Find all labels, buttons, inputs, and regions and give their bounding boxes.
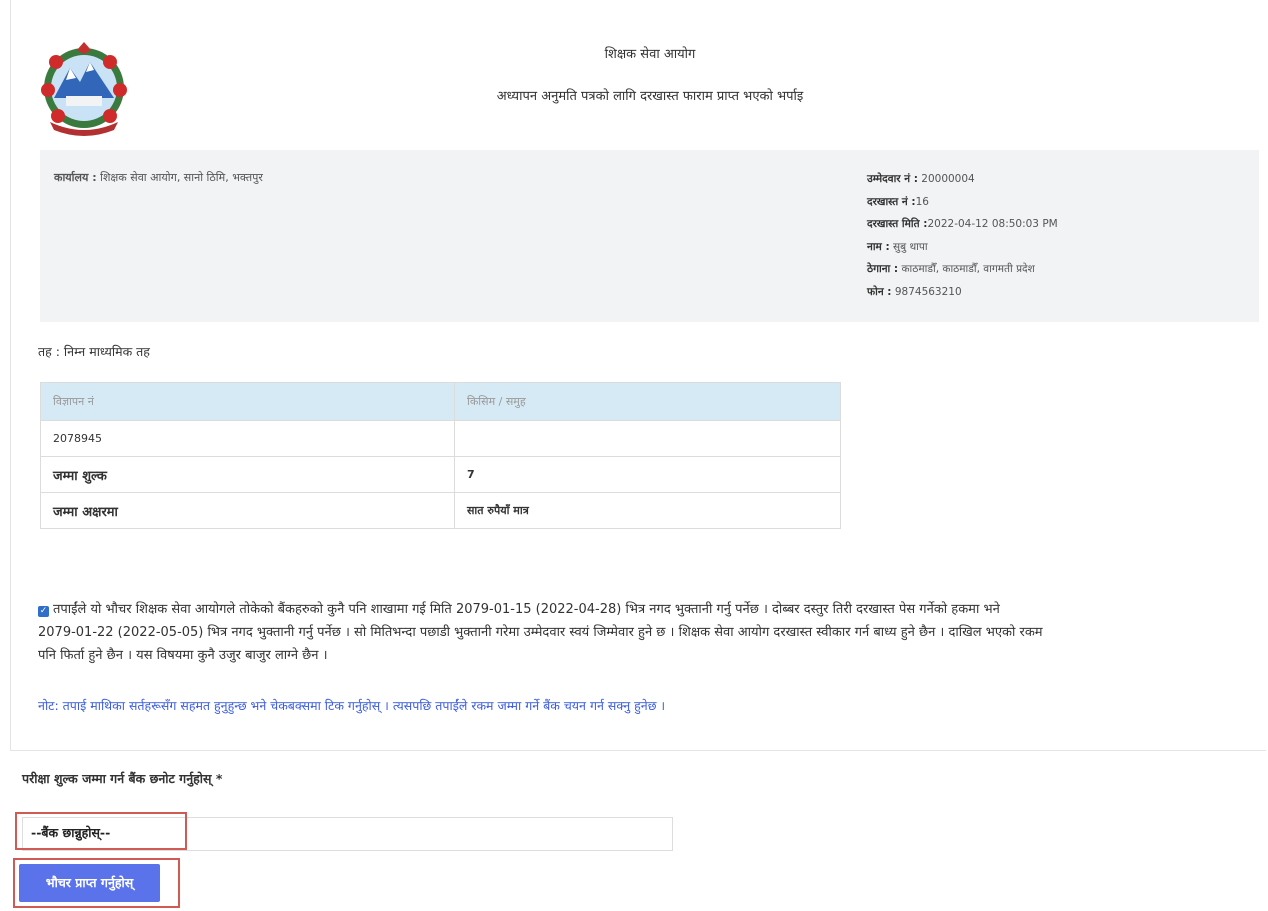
candidate-phone-row: फोन : 9874563210 [867,281,1058,304]
page-left-border [10,0,11,750]
declaration-line-1: तपाईंले यो भौचर शिक्षक सेवा आयोगले तोकेक… [53,602,1000,617]
declaration-line-3: पनि फिर्ता हुने छैन । यस विषयमा कुनै उजु… [38,648,328,663]
application-number-value: 16 [915,195,929,208]
candidate-name-label: नाम : [867,240,890,253]
col-header-type-group: किसिम / समुह [454,382,841,421]
table-row: जम्मा अक्षरमा सात रुपैयाँ मात्र [40,492,841,529]
candidate-name-row: नाम : सुबु थापा [867,236,1058,259]
total-in-words-value: सात रुपैयाँ मात्र [454,492,841,529]
section-divider [10,750,1266,751]
declaration-line-2: 2079-01-22 (2022-05-05) भित्र नगद भुक्ता… [38,625,1043,640]
office-info: कार्यालय : शिक्षक सेवा आयोग, सानो ठिमि, … [54,170,263,185]
total-fee-value: 7 [454,456,841,493]
candidate-address-value: काठमाडौँ, काठमाडौँ, वागमती प्रदेश [901,263,1035,275]
applicant-info-panel: कार्यालय : शिक्षक सेवा आयोग, सानो ठिमि, … [40,150,1259,322]
table-header-row: विज्ञापन नं किसिम / समुह [40,382,841,421]
application-number-label: दरखास्त नं : [867,195,916,208]
bank-select-label: परीक्षा शुल्क जम्मा गर्न बैंक छनोट गर्नु… [22,771,223,786]
col-header-advertisement-no: विज्ञापन नं [40,382,455,421]
office-label: कार्यालय : [54,171,97,184]
application-number-row: दरखास्त नं :16 [867,191,1058,214]
voucher-button-highlight [13,858,180,908]
receipt-subtitle: अध्यापन अनुमति पत्रको लागि दरखास्त फाराम… [496,89,804,104]
declaration-text: ✓ तपाईंले यो भौचर शिक्षक सेवा आयोगले तोके… [38,598,1263,667]
total-fee-label: जम्मा शुल्क [40,456,455,493]
application-date-value: 2022-04-12 08:50:03 PM [927,218,1058,230]
table-cell [454,420,841,457]
candidate-number-row: उम्मेदवार नं : 20000004 [867,168,1058,191]
table-row: जम्मा शुल्क 7 [40,456,841,493]
note-text: नोट: तपाई माथिका सर्तहरूसँग सहमत हुनुहुन… [38,698,666,713]
candidate-name-value: सुबु थापा [893,240,928,253]
org-name-title: शिक्षक सेवा आयोग [604,47,696,62]
fee-table: विज्ञापन नं किसिम / समुह 2078945 जम्मा श… [40,382,841,529]
bank-select-highlight [15,812,187,850]
candidate-phone-label: फोन : [867,285,892,298]
total-in-words-label: जम्मा अक्षरमा [40,492,455,529]
table-row: 2078945 [40,420,841,457]
agree-checkbox[interactable]: ✓ [38,606,49,617]
candidate-address-row: ठेगाना : काठमाडौँ, काठमाडौँ, वागमती प्रद… [867,258,1058,281]
candidate-number-label: उम्मेदवार नं : [867,173,918,185]
candidate-number-value: 20000004 [921,173,975,185]
application-date-row: दरखास्त मिति :2022-04-12 08:50:03 PM [867,213,1058,236]
table-cell: 2078945 [40,420,455,457]
candidate-details: उम्मेदवार नं : 20000004 दरखास्त नं :16 द… [867,168,1058,303]
office-value: शिक्षक सेवा आयोग, सानो ठिमि, भक्तपुर [100,171,263,184]
candidate-phone-value: 9874563210 [894,285,962,298]
level-text: तह : निम्न माध्यमिक तह [38,344,150,359]
candidate-address-label: ठेगाना : [867,263,899,275]
application-date-label: दरखास्त मिति : [867,218,928,230]
